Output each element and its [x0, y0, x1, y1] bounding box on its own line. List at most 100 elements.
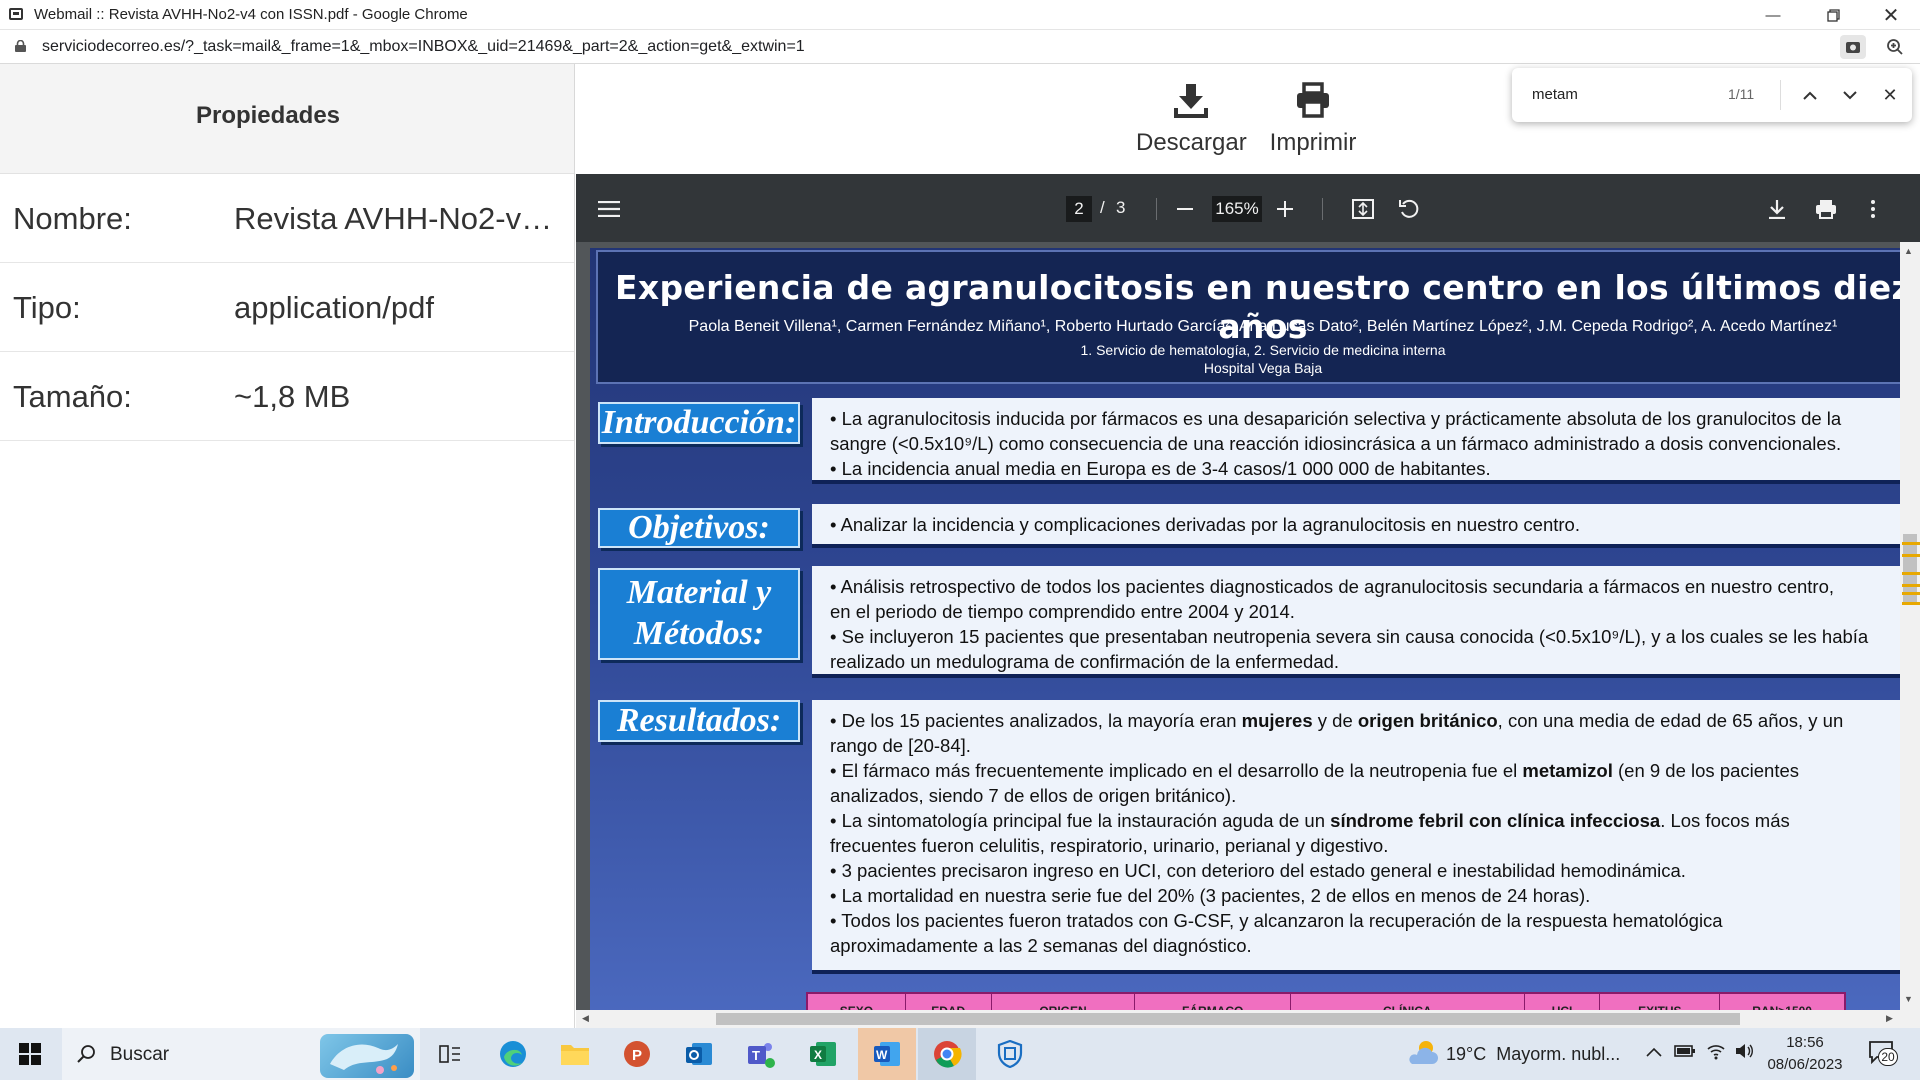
taskbar-search-box[interactable]: Buscar: [62, 1028, 420, 1080]
battery-icon[interactable]: [1674, 1044, 1696, 1063]
download-icon: [1174, 84, 1208, 118]
find-divider: [1780, 80, 1781, 110]
property-row-type: Tipo: application/pdf: [0, 263, 574, 352]
pdf-viewport[interactable]: Experiencia de agranulocitosis en nuestr…: [576, 242, 1920, 1028]
zoom-in-button[interactable]: [1270, 194, 1300, 224]
scroll-left-arrow-icon[interactable]: ◀: [582, 1013, 589, 1024]
property-row-size: Tamaño: ~1,8 MB: [0, 352, 574, 441]
teams-app-icon[interactable]: T: [741, 1034, 781, 1074]
find-previous-button[interactable]: [1796, 81, 1824, 109]
poster-hospital: Hospital Vega Baja: [1203, 360, 1323, 376]
download-button[interactable]: Descargar: [1136, 82, 1247, 172]
find-input[interactable]: metam: [1532, 86, 1578, 103]
fit-page-button[interactable]: [1348, 194, 1378, 224]
properties-header: Propiedades: [0, 64, 574, 174]
section-label-resultados: Resultados:: [598, 700, 800, 742]
download-icon: [1769, 200, 1785, 219]
show-hidden-icons-button[interactable]: [1646, 1044, 1662, 1062]
resultados-line: aproximadamente a las 2 semanas del diag…: [830, 935, 1252, 956]
scroll-down-arrow-icon[interactable]: ▼: [1904, 994, 1913, 1004]
file-explorer-app-icon[interactable]: [555, 1034, 595, 1074]
find-marker: [1902, 554, 1920, 557]
word-app-icon[interactable]: W: [858, 1028, 916, 1080]
address-bar: serviciodecorreo.es/?_task=mail&_frame=1…: [0, 30, 1920, 64]
close-window-button[interactable]: ✕: [1868, 0, 1914, 30]
window-title: Webmail :: Revista AVHH-No2-v4 con ISSN.…: [34, 6, 468, 23]
find-next-button[interactable]: [1836, 81, 1864, 109]
properties-heading: Propiedades: [195, 102, 341, 129]
pdf-page: Experiencia de agranulocitosis en nuestr…: [590, 248, 1920, 1028]
section-content-intro: • La agranulocitosis inducida por fármac…: [812, 398, 1920, 480]
clock-time[interactable]: 18:56: [1760, 1034, 1850, 1051]
property-key: Tamaño:: [13, 379, 132, 414]
lock-icon: [15, 40, 26, 52]
find-match-highlight: metamizol: [1522, 760, 1613, 781]
scroll-right-arrow-icon[interactable]: ▶: [1886, 1013, 1893, 1024]
windows-start-button[interactable]: [10, 1034, 50, 1074]
find-close-button[interactable]: ✕: [1876, 81, 1904, 109]
find-marker: [1902, 572, 1920, 575]
intro-line: • La incidencia anual media en Europa es…: [830, 458, 1491, 479]
rotate-button[interactable]: [1394, 194, 1424, 224]
poster-header: Experiencia de agranulocitosis en nuestr…: [596, 250, 1920, 384]
menu-icon[interactable]: [594, 194, 624, 224]
property-value: application/pdf: [234, 290, 434, 325]
restore-icon: [1826, 8, 1840, 22]
zoom-out-button[interactable]: [1170, 194, 1200, 224]
screen-capture-icon[interactable]: [1840, 35, 1866, 59]
pdf-toolbar: 2 / 3 165%: [576, 174, 1920, 242]
material-line: en el periodo de tiempo comprendido entr…: [830, 601, 1295, 622]
zoom-level-input[interactable]: 165%: [1212, 196, 1262, 222]
search-highlight-image: [320, 1034, 414, 1078]
find-bar: metam 1/11 ✕: [1512, 68, 1912, 122]
property-key: Nombre:: [13, 201, 132, 236]
scroll-up-arrow-icon[interactable]: ▲: [1904, 246, 1913, 256]
toolbar-divider: [1156, 198, 1157, 220]
page-number-input[interactable]: 2: [1066, 196, 1092, 222]
fit-to-page-icon: [1352, 199, 1374, 219]
zoom-icon[interactable]: [1882, 35, 1908, 59]
edge-app-icon[interactable]: [493, 1034, 533, 1074]
rotate-icon: [1399, 199, 1419, 218]
weather-text[interactable]: 19°C Mayorm. nubl...: [1446, 1044, 1620, 1065]
outlook-app-icon[interactable]: [679, 1034, 719, 1074]
minimize-button[interactable]: —: [1750, 0, 1796, 30]
notification-center-button[interactable]: 20: [1868, 1040, 1898, 1068]
defender-app-icon[interactable]: [990, 1034, 1030, 1074]
chrome-app-icon[interactable]: [918, 1028, 976, 1080]
clock-date[interactable]: 08/06/2023: [1760, 1056, 1850, 1073]
material-label-line: Material y: [626, 574, 772, 612]
excel-app-icon[interactable]: X: [803, 1034, 843, 1074]
properties-panel: Propiedades Nombre: Revista AVHH-No2-v4 …: [0, 64, 575, 1028]
restore-button[interactable]: [1810, 0, 1856, 30]
find-marker: [1902, 584, 1920, 587]
intro-line: sangre (<0.5x10⁹/L) como consecuencia de…: [830, 433, 1842, 454]
resultados-line: • El fármaco más frecuentemente implicad…: [830, 760, 1800, 781]
task-view-button[interactable]: [430, 1034, 470, 1074]
weather-icon[interactable]: [1406, 1038, 1438, 1073]
pdf-print-button[interactable]: [1811, 194, 1841, 224]
search-icon: [77, 1045, 95, 1063]
pdf-download-button[interactable]: [1762, 194, 1792, 224]
resultados-line: • De los 15 pacientes analizados, la may…: [830, 710, 1844, 731]
scrollbar-thumb[interactable]: [716, 1013, 1740, 1025]
poster-affiliations: 1. Servicio de hematología, 2. Servicio …: [1080, 342, 1446, 358]
poster-authors: Paola Beneit Villena¹, Carmen Fernández …: [688, 318, 1838, 335]
resultados-line: • 3 pacientes precisaron ingreso en UCI,…: [830, 860, 1686, 881]
volume-icon[interactable]: [1734, 1042, 1754, 1065]
vertical-scrollbar[interactable]: ▲ ▼: [1900, 242, 1920, 1028]
wifi-icon[interactable]: [1706, 1042, 1726, 1065]
more-options-button[interactable]: [1858, 194, 1888, 224]
taskbar-search-placeholder: Buscar: [110, 1044, 170, 1065]
plus-icon: [1277, 201, 1293, 217]
notification-badge: 20: [1878, 1048, 1898, 1066]
print-button[interactable]: Imprimir: [1258, 82, 1368, 172]
powerpoint-app-icon[interactable]: P: [617, 1034, 657, 1074]
section-content-resultados: • De los 15 pacientes analizados, la may…: [812, 700, 1920, 970]
resultados-line: frecuentes fueron celulitis, respiratori…: [830, 835, 1389, 856]
property-row-name: Nombre: Revista AVHH-No2-v4 con ISSN.pdf: [0, 174, 574, 263]
kebab-menu-icon: [1871, 200, 1875, 218]
horizontal-scrollbar[interactable]: ◀ ▶: [576, 1010, 1900, 1028]
material-line: • Análisis retrospectivo de todos los pa…: [830, 576, 1834, 597]
url-text[interactable]: serviciodecorreo.es/?_task=mail&_frame=1…: [42, 38, 805, 56]
